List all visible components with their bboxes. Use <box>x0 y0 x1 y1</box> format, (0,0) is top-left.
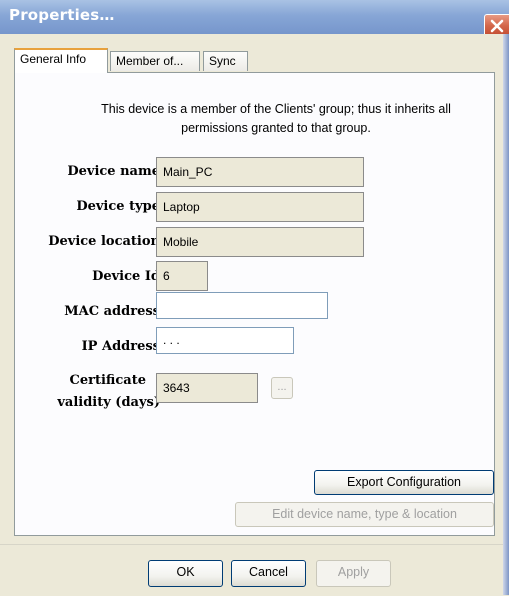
tab-strip: General Info Member of... Sync <box>0 34 509 74</box>
ip-address-input[interactable]: . . . <box>156 327 294 354</box>
properties-dialog: Properties… General Info Member of... Sy… <box>0 0 509 596</box>
certificate-validity-label: Certificate validity (days) <box>10 370 160 414</box>
certificate-validity-field: 3643 <box>156 373 258 403</box>
certificate-validity-label-line-2: validity (days) <box>57 395 160 410</box>
ip-address-label: IP Address <box>81 339 160 354</box>
device-type-field: Laptop <box>156 192 364 222</box>
cancel-button[interactable]: Cancel <box>231 560 306 587</box>
mac-address-label: MAC address <box>64 304 160 319</box>
device-name-label: Device name <box>67 164 160 179</box>
close-icon <box>490 19 504 33</box>
tab-member-of[interactable]: Member of... <box>110 51 200 71</box>
title-bar[interactable]: Properties… <box>0 0 509 38</box>
window-title: Properties… <box>9 6 115 24</box>
export-configuration-button[interactable]: Export Configuration <box>314 470 494 495</box>
device-id-field: 6 <box>156 261 208 291</box>
device-location-label: Device location <box>48 234 160 249</box>
apply-button[interactable]: Apply <box>316 560 391 587</box>
ok-button[interactable]: OK <box>148 560 223 587</box>
group-info-text: This device is a member of the Clients' … <box>61 100 491 138</box>
window-right-border <box>503 34 509 595</box>
group-info-line-1: This device is a member of the Clients' … <box>101 102 451 116</box>
device-name-field: Main_PC <box>156 157 364 187</box>
general-info-panel: This device is a member of the Clients' … <box>14 72 495 536</box>
mac-address-input[interactable] <box>156 292 328 319</box>
edit-device-button[interactable]: Edit device name, type & location <box>235 502 494 527</box>
device-location-field: Mobile <box>156 227 364 257</box>
device-id-label: Device Id <box>92 269 160 284</box>
certificate-validity-label-line-1: Certificate <box>69 373 146 388</box>
dialog-footer: OK Cancel Apply <box>0 544 509 596</box>
certificate-browse-button[interactable]: ... <box>271 377 293 399</box>
device-type-label: Device type <box>76 199 160 214</box>
group-info-line-2: permissions granted to that group. <box>181 121 371 135</box>
tab-general-info[interactable]: General Info <box>14 48 108 73</box>
tab-sync[interactable]: Sync <box>203 51 248 71</box>
